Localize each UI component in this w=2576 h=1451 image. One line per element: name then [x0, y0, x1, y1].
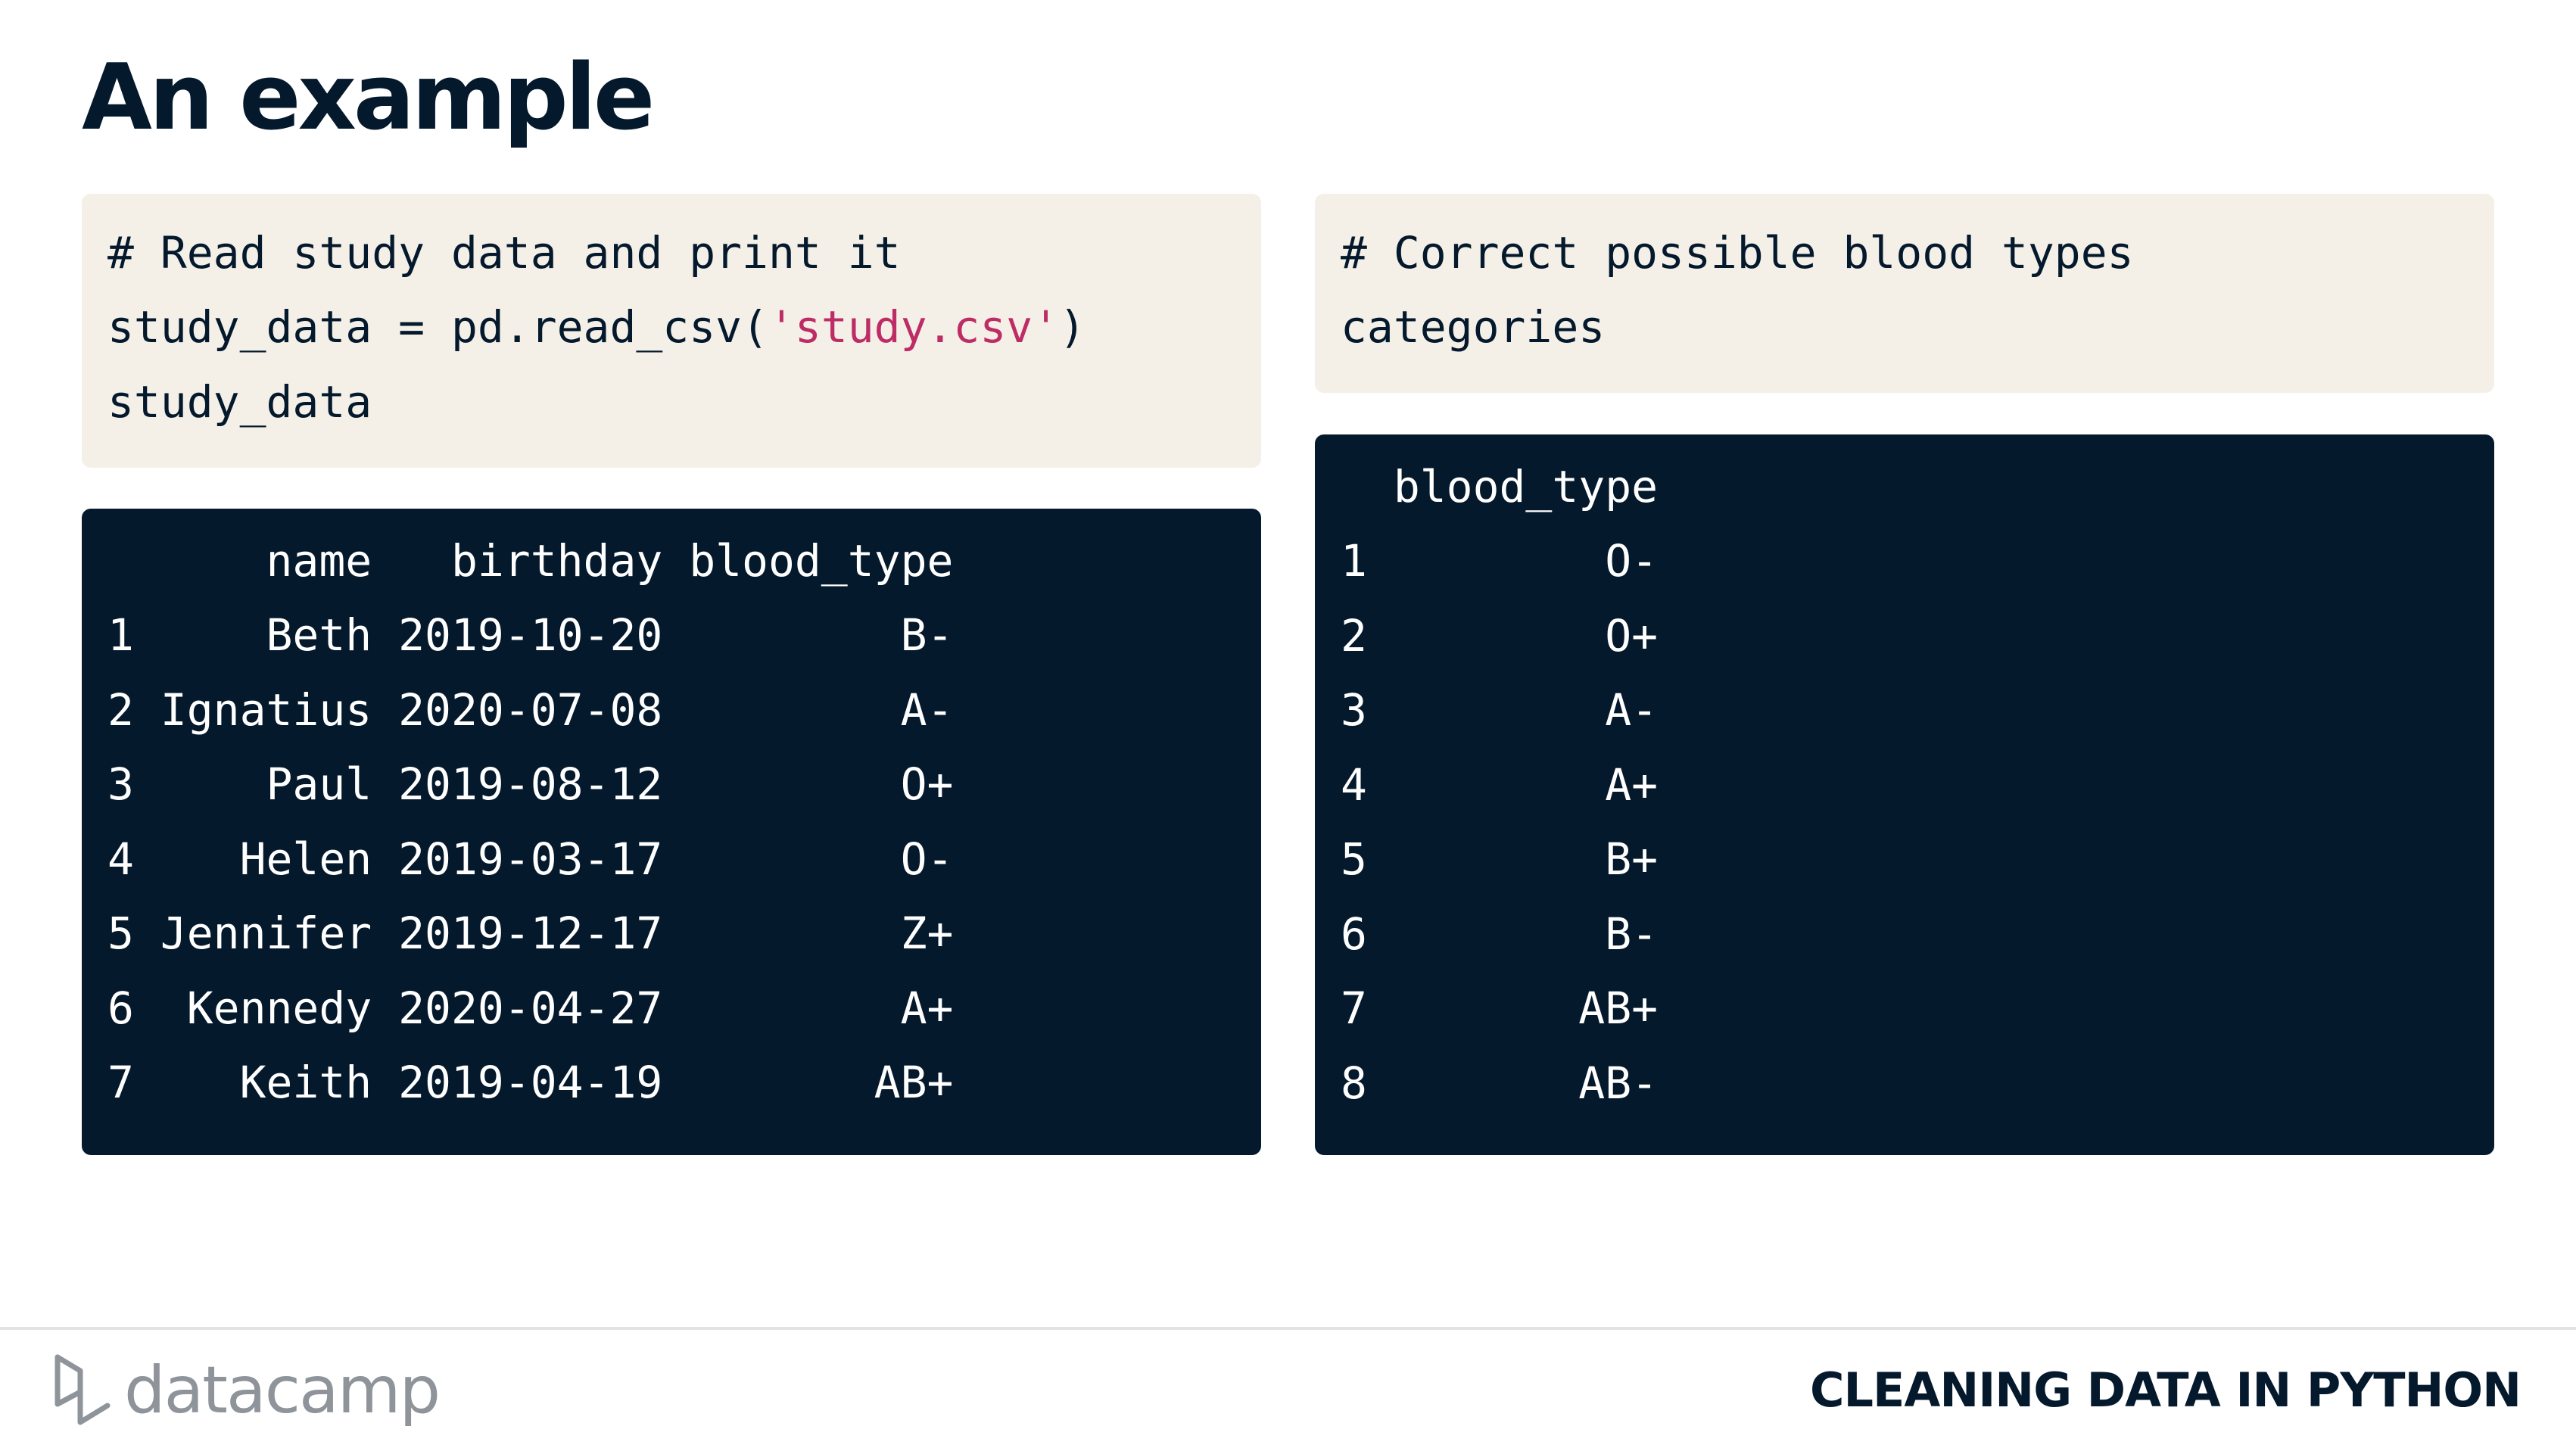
table-header: name birthday blood_type	[107, 535, 954, 587]
table-row: 5 Jennifer 2019-12-17 Z+	[107, 908, 954, 959]
table-row: 1 O-	[1341, 535, 1659, 587]
code-line-categories: categories	[1341, 301, 1606, 353]
table-row: 6 Kennedy 2020-04-27 A+	[107, 982, 954, 1034]
table-row: 2 O+	[1341, 610, 1659, 662]
table-row: 8 AB-	[1341, 1057, 1659, 1109]
footer-divider	[0, 1327, 2576, 1330]
code-comment: # Correct possible blood types	[1341, 227, 2134, 279]
table-row: 2 Ignatius 2020-07-08 A-	[107, 684, 954, 736]
code-block-categories: # Correct possible blood types categorie…	[1315, 194, 2494, 393]
code-line-read-csv: study_data = pd.read_csv('study.csv')	[107, 290, 1086, 365]
table-row: 7 Keith 2019-04-19 AB+	[107, 1057, 954, 1108]
table-row: 3 Paul 2019-08-12 O+	[107, 758, 954, 810]
table-header: blood_type	[1341, 461, 1659, 512]
output-study-data-table: name birthday blood_type 1 Beth 2019-10-…	[82, 509, 1261, 1155]
table-row: 1 Beth 2019-10-20 B-	[107, 609, 954, 661]
table-row: 7 AB+	[1341, 982, 1659, 1034]
table-row: 6 B-	[1341, 908, 1659, 960]
output-categories-table: blood_type 1 O- 2 O+ 3 A- 4 A+ 5 B+ 6 B-…	[1315, 434, 2494, 1155]
table-row: 3 A-	[1341, 684, 1659, 736]
datacamp-logo: datacamp	[53, 1349, 441, 1432]
code-text: )	[1059, 301, 1086, 353]
table-row: 5 B+	[1341, 833, 1659, 885]
course-title: CLEANING DATA IN PYTHON	[1810, 1362, 2521, 1418]
table-row: 4 A+	[1341, 759, 1659, 811]
code-line-print: study_data	[107, 376, 372, 428]
table-row: 4 Helen 2019-03-17 O-	[107, 833, 954, 885]
slide-title: An example	[82, 45, 655, 151]
logo-wordmark: datacamp	[124, 1353, 441, 1428]
code-text: study_data = pd.read_csv(	[107, 301, 768, 353]
code-block-read-data: # Read study data and print it study_dat…	[82, 194, 1261, 468]
code-comment: # Read study data and print it	[107, 227, 901, 279]
datacamp-logo-icon	[55, 1354, 111, 1425]
code-string: 'study.csv'	[768, 301, 1060, 353]
